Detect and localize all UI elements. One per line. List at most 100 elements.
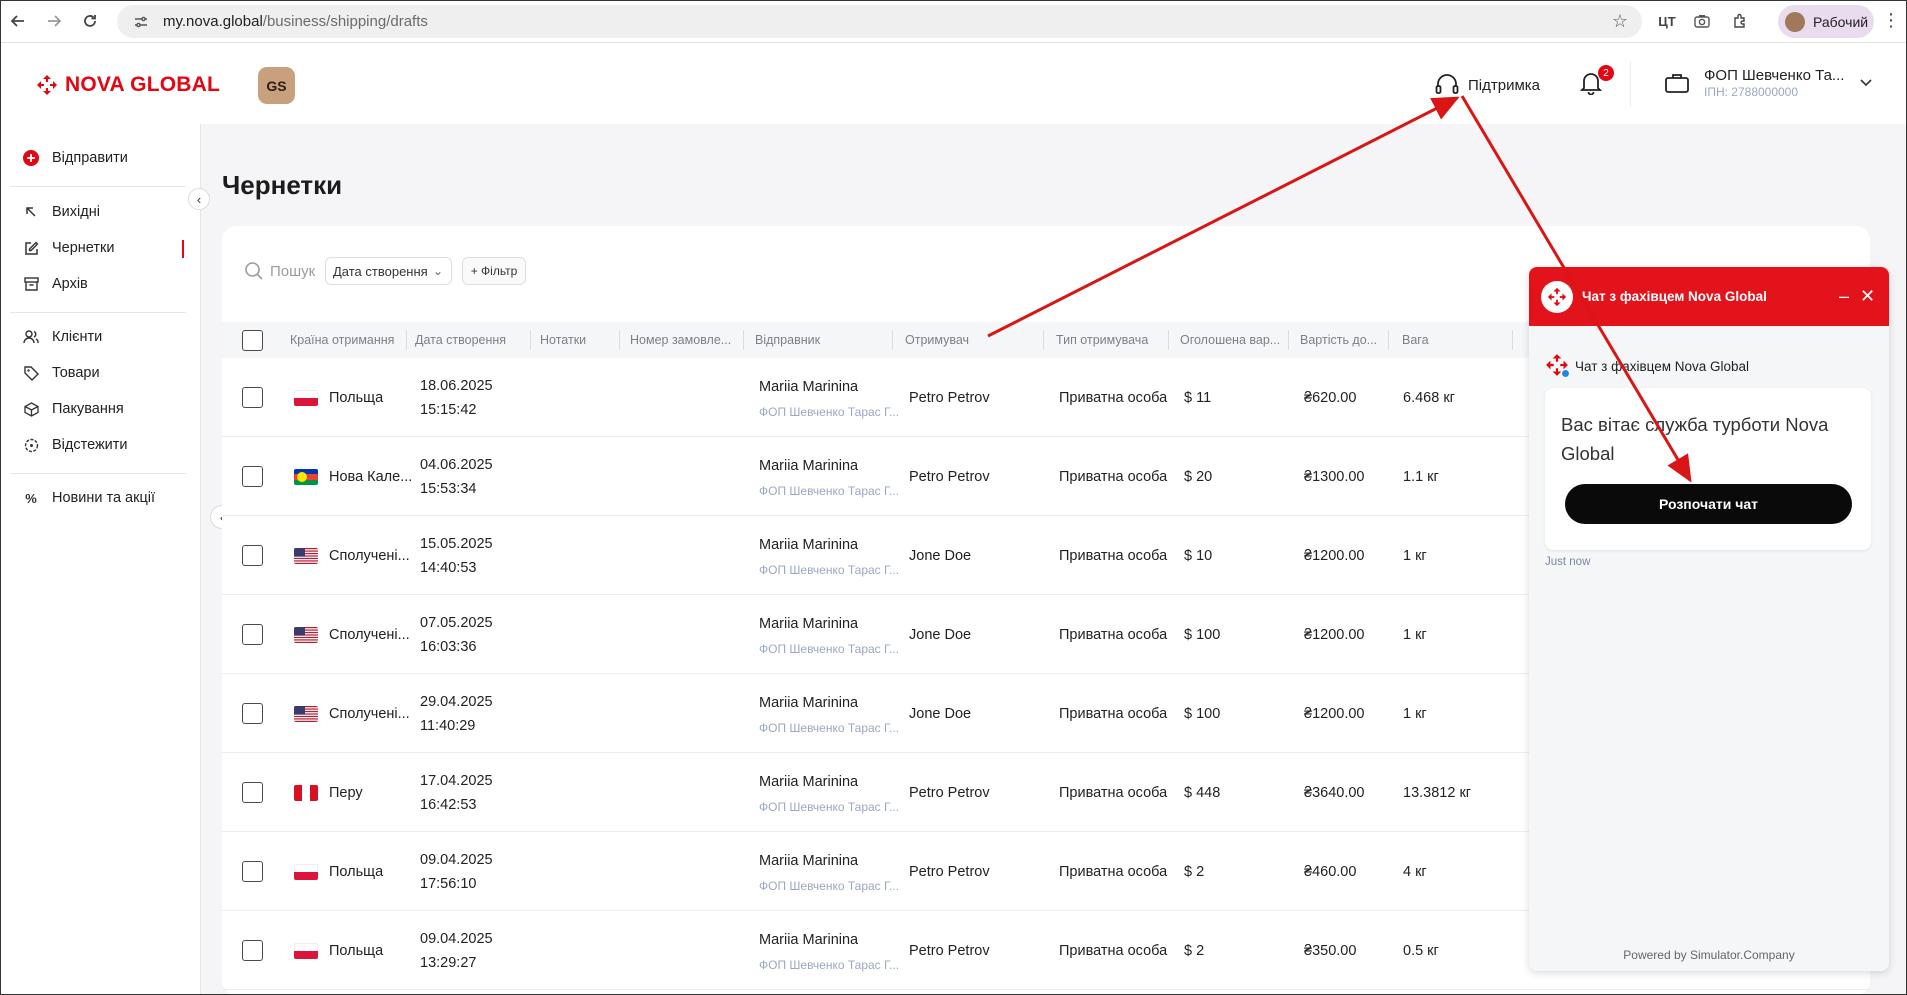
site-settings-icon[interactable] [133, 14, 149, 30]
sender-name: Mariia Marinina [759, 774, 859, 790]
add-filter-button[interactable]: + Фільтр [462, 257, 526, 285]
declared-value: $ 11 [1184, 390, 1212, 406]
sender-company: ФОП Шевченко Тарас Г... [759, 563, 900, 577]
country: Сполучені... [329, 706, 410, 722]
column-header-order-number[interactable]: Номер замовле... [630, 322, 731, 358]
declared-value: $ 100 [1184, 706, 1221, 722]
sidebar-item-send[interactable]: Відправити [22, 150, 128, 166]
search-input[interactable]: Пошук [244, 261, 315, 281]
chat-widget: Чат з фахівцем Nova Global – ✕ Чат з фах… [1529, 267, 1889, 971]
sender-company: ФОП Шевченко Тарас Г... [759, 721, 900, 735]
country-flag-icon [294, 548, 318, 564]
country: Нова Кале... [329, 469, 413, 485]
chat-logo-icon [1541, 280, 1573, 313]
column-header-weight[interactable]: Вага [1402, 322, 1429, 358]
created-date: 15.05.2025 [420, 536, 493, 552]
chat-timestamp: Just now [1545, 556, 1591, 568]
country-flag-icon [294, 390, 318, 406]
chat-powered-by: Powered by Simulator.Company [1623, 948, 1795, 962]
sender-name: Mariia Marinina [759, 379, 859, 395]
select-all-checkbox[interactable] [242, 322, 263, 358]
chat-header: Чат з фахівцем Nova Global – ✕ [1529, 267, 1889, 326]
column-header-country[interactable]: Країна отримання [290, 322, 394, 358]
column-header-created[interactable]: Дата створення [415, 322, 506, 358]
column-header-recipient-type[interactable]: Тип отримувача [1056, 322, 1148, 358]
delivery-cost: ₴1200.00 [1304, 627, 1365, 643]
sidebar-item-label: Вихідні [52, 204, 100, 220]
online-status-dot [1561, 369, 1570, 378]
sidebar-item-packaging[interactable]: Пакування [22, 401, 124, 417]
sidebar-item-label: Клієнти [52, 329, 103, 345]
sidebar-collapse-button[interactable]: ‹ [188, 188, 210, 210]
sidebar-divider [10, 473, 186, 474]
recipient-name: Petro Petrov [909, 390, 990, 406]
sidebar-item-outgoing[interactable]: Вихідні [22, 204, 100, 220]
created-time: 15:15:42 [420, 402, 477, 418]
row-checkbox[interactable] [242, 624, 263, 645]
sender-name: Mariia Marinina [759, 537, 859, 553]
support-button[interactable]: Підтримка [1434, 73, 1540, 97]
chevron-down-icon [1860, 79, 1872, 87]
row-checkbox[interactable] [242, 940, 263, 961]
column-header-sender[interactable]: Відправник [755, 322, 820, 358]
sidebar-item-drafts[interactable]: Чернетки [22, 240, 114, 256]
sidebar-item-news[interactable]: % Новини та акції [22, 490, 155, 506]
column-header-notes[interactable]: Нотатки [540, 322, 586, 358]
edit-icon [22, 241, 40, 256]
forward-icon[interactable] [37, 4, 71, 38]
sender-name: Mariia Marinina [759, 616, 859, 632]
briefcase-icon [1665, 74, 1689, 93]
created-time: 16:03:36 [420, 639, 477, 655]
browser-menu-icon[interactable]: ⋮ [1882, 10, 1900, 31]
sidebar-item-goods[interactable]: Товари [22, 365, 100, 381]
reload-icon[interactable] [73, 4, 107, 38]
browser-profile-button[interactable]: Рабочий [1778, 5, 1874, 38]
translate-extension-icon[interactable]: ЦТ [1655, 9, 1679, 33]
created-time: 11:40:29 [420, 718, 476, 734]
row-checkbox[interactable] [242, 703, 263, 724]
box-icon [22, 401, 40, 417]
row-checkbox[interactable] [242, 861, 263, 882]
back-icon[interactable] [1, 4, 35, 38]
sidebar-item-clients[interactable]: Клієнти [22, 329, 102, 345]
minimize-icon[interactable]: – [1839, 286, 1849, 307]
company-badge[interactable]: GS [258, 67, 295, 104]
extensions-puzzle-icon[interactable] [1728, 9, 1752, 33]
search-placeholder: Пошук [270, 262, 316, 280]
start-chat-button[interactable]: Розпочати чат [1565, 484, 1852, 524]
sidebar-item-track[interactable]: Відстежити [22, 437, 128, 453]
recipient-type: Приватна особа [1059, 943, 1168, 959]
camera-icon[interactable] [1690, 9, 1714, 33]
delivery-cost: ₴1200.00 [1304, 548, 1365, 564]
active-indicator [182, 240, 184, 258]
address-bar[interactable]: my.nova.global/business/shipping/drafts … [117, 5, 1642, 38]
row-checkbox[interactable] [242, 387, 263, 408]
column-divider [1512, 330, 1513, 350]
bookmark-star-icon[interactable]: ☆ [1612, 11, 1628, 32]
column-header-recipient[interactable]: Отримувач [905, 322, 969, 358]
chat-sender-name: Чат з фахівцем Nova Global [1575, 358, 1750, 374]
row-checkbox[interactable] [242, 466, 263, 487]
created-time: 17:56:10 [420, 876, 477, 892]
date-filter-select[interactable]: Дата створення ⌄ [325, 257, 452, 285]
row-checkbox[interactable] [242, 782, 263, 803]
sender-name: Mariia Marinina [759, 695, 859, 711]
column-divider [1168, 330, 1169, 350]
column-header-delivery-cost[interactable]: Вартість до... [1300, 322, 1377, 358]
plus-circle-icon [22, 150, 40, 166]
arrow-up-left-icon [22, 206, 40, 218]
nova-global-logo[interactable]: NOVA GLOBAL [36, 73, 220, 97]
account-switcher[interactable]: ФОП Шевченко Та... ІПН: 2788000000 [1664, 67, 1872, 99]
recipient-type: Приватна особа [1059, 627, 1168, 643]
row-checkbox[interactable] [242, 545, 263, 566]
close-icon[interactable]: ✕ [1860, 286, 1875, 307]
column-header-declared-value[interactable]: Оголошена вар... [1180, 322, 1280, 358]
sidebar-item-archive[interactable]: Архів [22, 276, 88, 292]
created-time: 14:40:53 [420, 560, 477, 576]
sender-name: Mariia Marinina [759, 458, 859, 474]
sender-company: ФОП Шевченко Тарас Г... [759, 405, 900, 419]
date-filter-label: Дата створення [333, 263, 428, 279]
tag-icon [22, 365, 40, 381]
delivery-cost: ₴620.00 [1304, 390, 1357, 406]
country-flag-icon [294, 943, 318, 959]
